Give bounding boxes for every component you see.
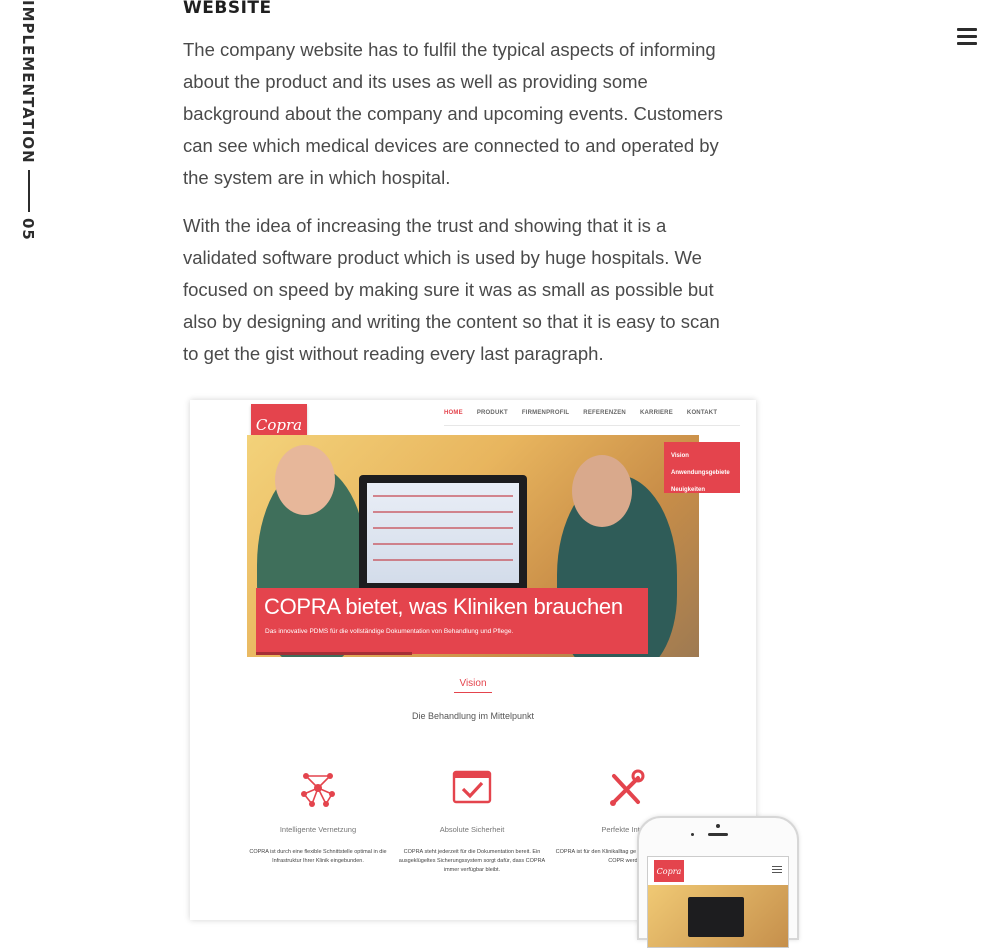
monitor-screen [367, 483, 519, 583]
hamburger-menu-icon[interactable] [957, 28, 977, 45]
checkmark-security-icon [452, 770, 492, 804]
hero-side-item: Neuigkeiten [671, 487, 706, 493]
menu-bar [957, 28, 977, 31]
hero-banner: COPRA bietet, was Kliniken brauchen Das … [256, 588, 648, 655]
feature-desc: COPRA steht jederzeit für die Dokumentat… [398, 849, 546, 873]
person-right-head [572, 455, 632, 527]
hero-side-item: Anwendungsgebiete [671, 470, 730, 476]
menu-bar [957, 42, 977, 45]
mockup-nav-item: KONTAKT [686, 410, 718, 416]
feature-title: Absolute Sicherheit [439, 825, 505, 834]
paragraph: With the idea of increasing the trust an… [183, 215, 720, 364]
section-label: IMPLEMENTATION [19, 0, 37, 164]
mockup-nav-divider [444, 425, 740, 426]
phone-screen: Copra [647, 856, 789, 948]
hero-title: COPRA bietet, was Kliniken brauchen [264, 594, 623, 619]
tools-icon [610, 769, 645, 806]
hero-side-menu: Vision Anwendungsgebiete Neuigkeiten [664, 442, 740, 493]
mockup-nav-item: FIRMENPROFIL [521, 410, 570, 416]
feature-title: Intelligente Vernetzung [279, 825, 357, 834]
vision-title: Vision [459, 678, 487, 689]
phone-menu-icon [772, 866, 782, 875]
phone-speaker [708, 833, 728, 836]
section-divider [28, 170, 30, 212]
mockup-nav-item: REFERENZEN [583, 410, 626, 416]
phone-camera [716, 824, 720, 828]
person-left-head [275, 445, 335, 515]
section-indicator: IMPLEMENTATION 05 [19, 0, 39, 245]
mockup-nav-item: KARRIERE [639, 410, 673, 416]
hero-subtitle: Das innovative PDMS für die vollständige… [265, 628, 514, 635]
feature-card: Intelligente Vernetzung COPRA ist durch … [233, 768, 403, 866]
feature-desc: COPRA ist durch eine flexible Schnittste… [249, 849, 387, 864]
phone-hero-image [648, 885, 788, 947]
mockup-nav-item: PRODUKT [476, 410, 508, 416]
phone-mockup: Copra [637, 816, 799, 948]
vision-underline [454, 692, 492, 693]
feature-card: Absolute Sicherheit COPRA steht jederzei… [387, 768, 557, 875]
phone-copra-logo: Copra [654, 860, 684, 882]
monitor [359, 475, 527, 595]
paragraph: The company website has to fulfil the ty… [183, 39, 723, 188]
hero-side-item: Vision [671, 453, 689, 459]
section-number: 05 [19, 218, 37, 241]
section-title: WEBSITE [183, 0, 272, 18]
network-icon [301, 773, 335, 807]
mockup-nav: HOME PRODUKT FIRMENPROFIL REFERENZEN KAR… [444, 410, 717, 416]
menu-bar [957, 35, 977, 38]
hero-banner-bar [256, 652, 412, 655]
vision-subtitle: Die Behandlung im Mittelpunkt [411, 711, 535, 721]
mockup-nav-item: HOME [444, 410, 463, 416]
phone-sensor [691, 833, 694, 836]
